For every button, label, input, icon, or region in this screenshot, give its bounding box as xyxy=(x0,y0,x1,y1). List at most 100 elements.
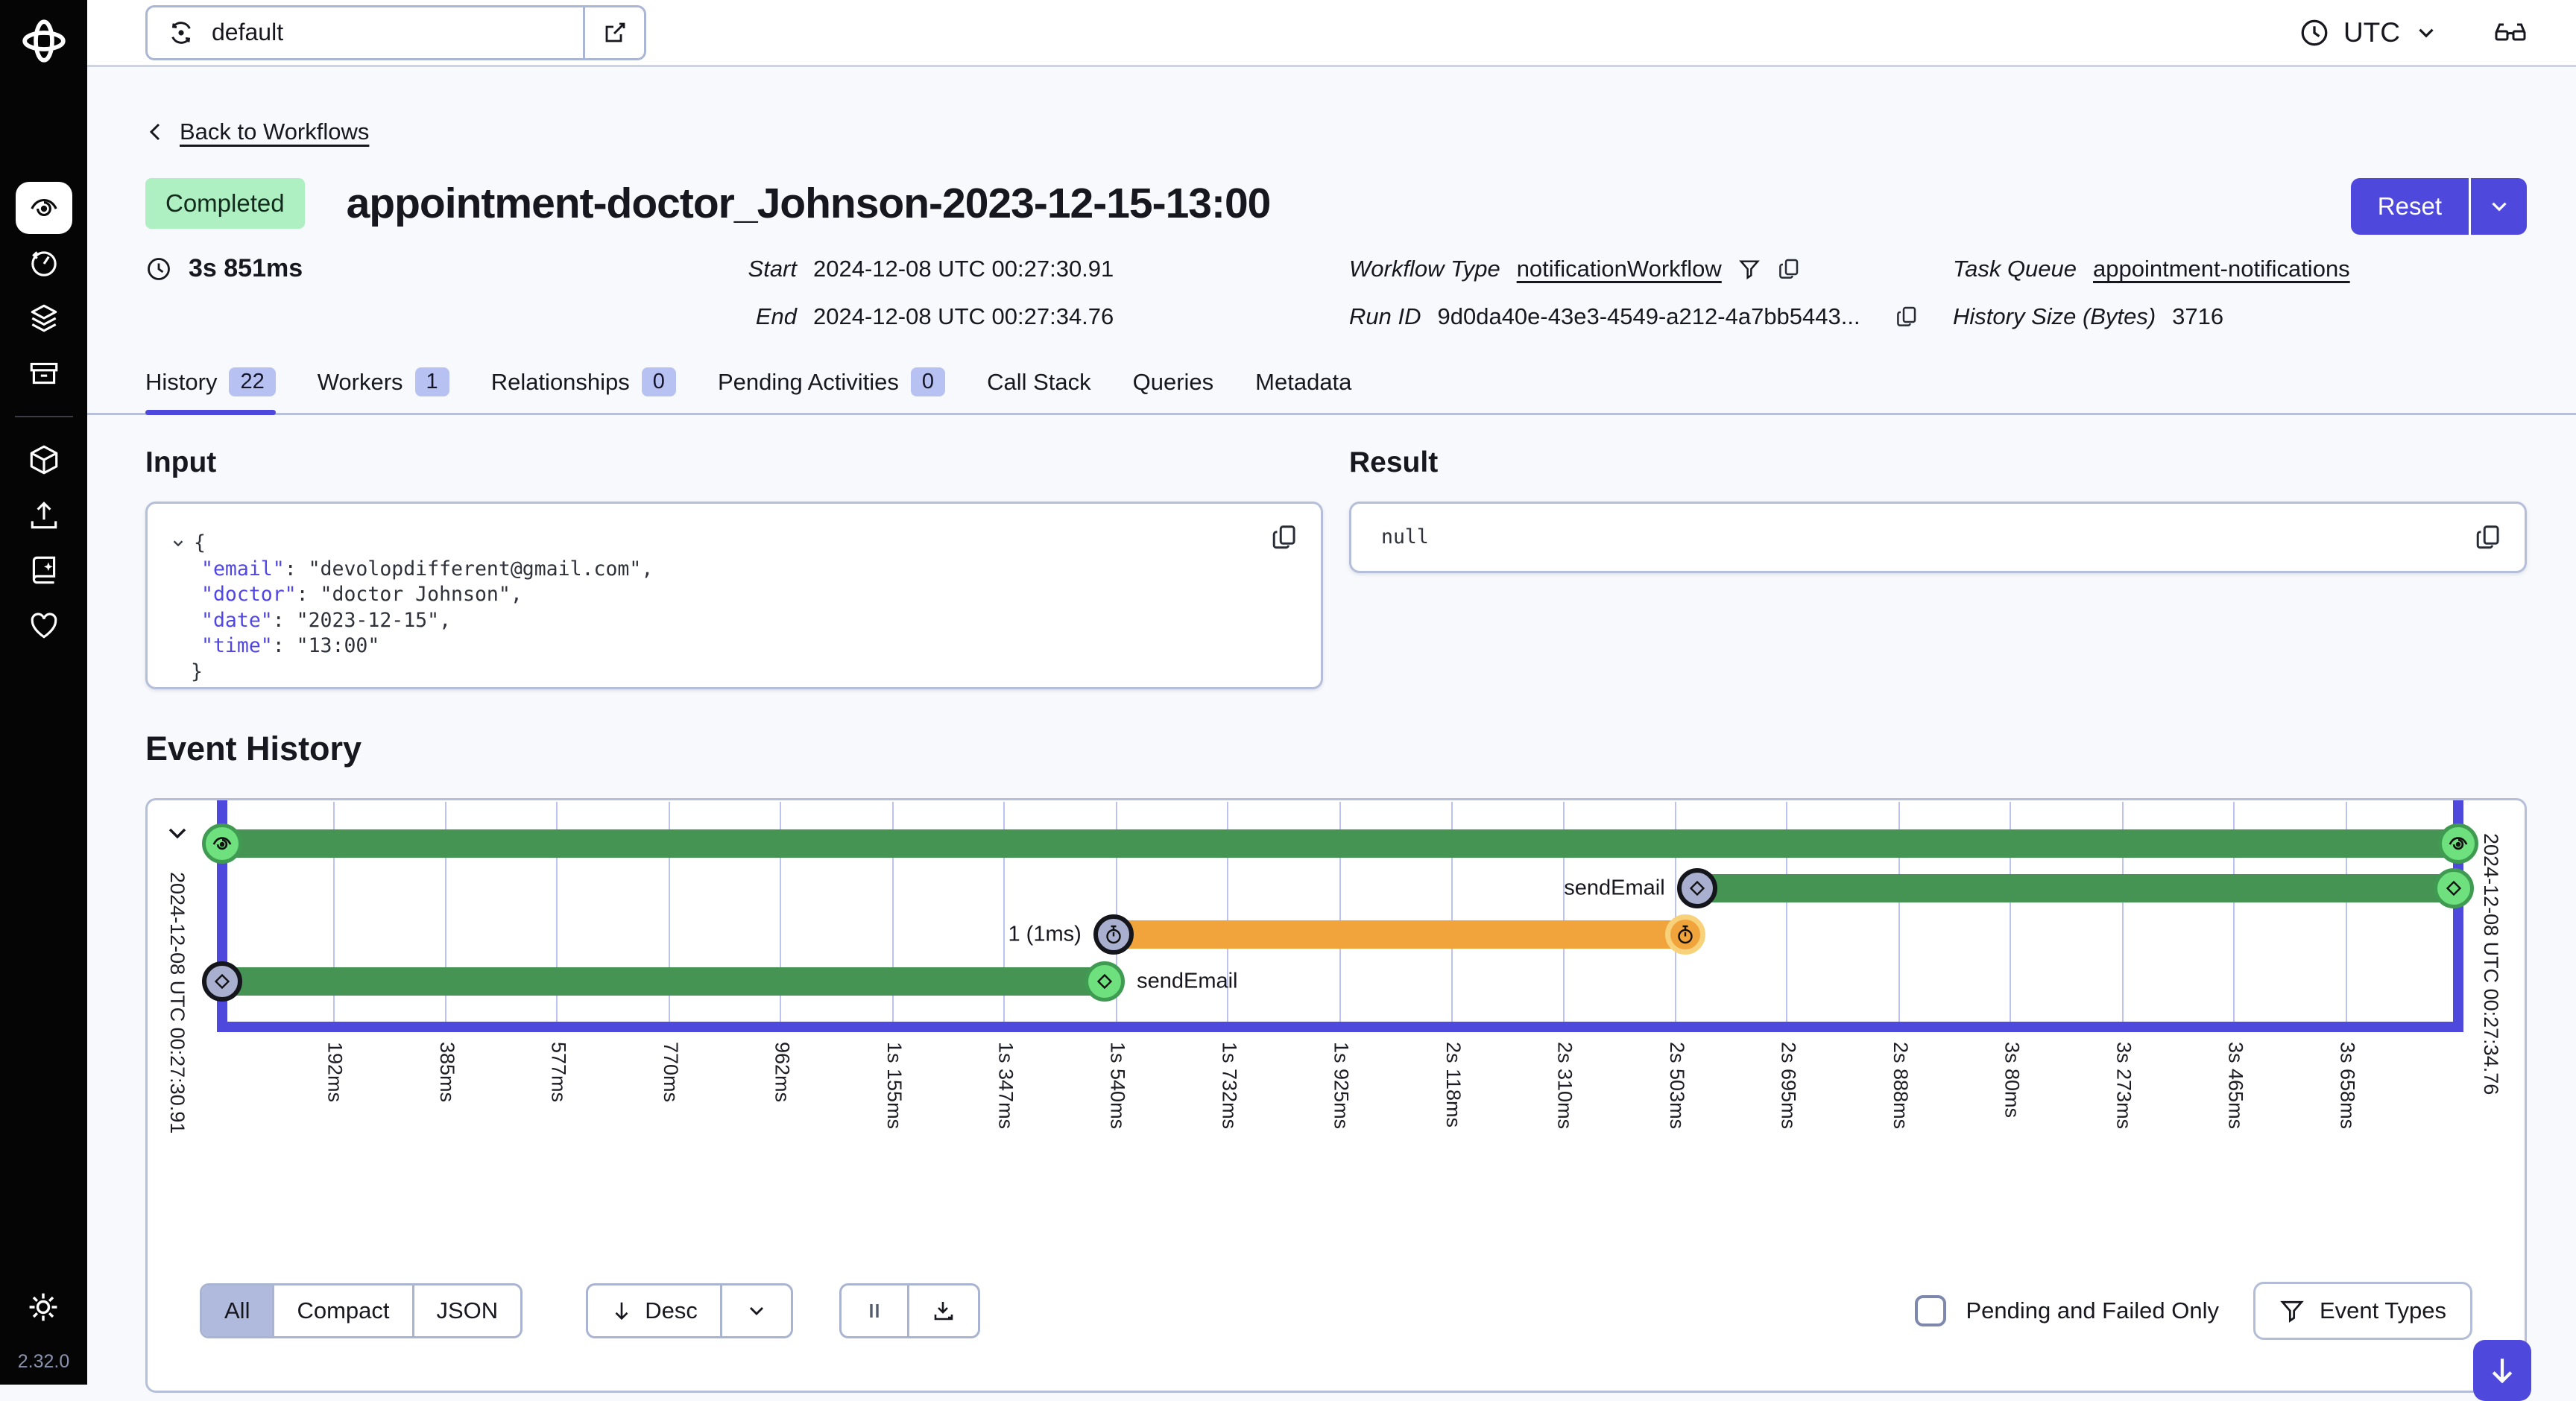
clock-icon xyxy=(2301,19,2328,45)
tab-pending-activities[interactable]: Pending Activities 0 xyxy=(718,367,946,413)
sidebar-item-archive[interactable] xyxy=(16,347,72,399)
back-to-workflows-link[interactable]: Back to Workflows xyxy=(145,118,369,145)
event-marker-stopwatch-icon[interactable] xyxy=(1093,914,1134,955)
reset-split-button: Reset xyxy=(2350,178,2527,235)
pending-failed-only-checkbox[interactable] xyxy=(1915,1295,1947,1326)
playback-export-control xyxy=(839,1283,980,1338)
timeline-bar-sendEmail-2 xyxy=(1696,874,2454,902)
time-axis-tick-label: 3s 80ms xyxy=(2001,1042,2024,1119)
sidebar-item-import[interactable] xyxy=(16,489,72,541)
sort-desc-button[interactable]: Desc xyxy=(588,1285,722,1336)
theme-toggle-sun-icon[interactable] xyxy=(26,1290,60,1324)
json-line: "doctor": "doctor Johnson", xyxy=(165,582,1291,608)
sidebar-item-feedback[interactable] xyxy=(16,599,72,651)
input-codebox: {"email": "devolopdifferent@gmail.com", "… xyxy=(145,502,1323,689)
workflow-header: Completed appointment-doctor_Johnson-202… xyxy=(145,178,2527,235)
time-axis-tick-label: 1s 925ms xyxy=(1330,1042,1353,1130)
filter-funnel-icon[interactable] xyxy=(1738,258,1761,280)
sidebar-item-schedules[interactable] xyxy=(16,237,72,289)
sidebar-item-workflows[interactable] xyxy=(15,182,72,234)
json-value: : "devolopdifferent@gmail.com", xyxy=(284,557,654,581)
app-version: 2.32.0 xyxy=(17,1351,70,1372)
json-key: "date" xyxy=(201,608,273,632)
tab-history[interactable]: History 22 xyxy=(145,367,276,415)
sidebar-item-deployments[interactable] xyxy=(16,292,72,344)
labs-mode-button[interactable] xyxy=(2493,15,2528,51)
reset-caret-button[interactable] xyxy=(2469,178,2527,235)
time-axis-tick-label: 1s 732ms xyxy=(1218,1042,1241,1130)
workflow-type-link[interactable]: notificationWorkflow xyxy=(1517,256,1722,282)
tab-call-stack[interactable]: Call Stack xyxy=(987,367,1091,413)
time-axis-tick-label: 3s 465ms xyxy=(2224,1042,2247,1130)
sidebar-nav-bottom xyxy=(16,434,72,651)
event-marker-diamond-icon[interactable] xyxy=(202,961,242,1002)
eye-icon xyxy=(30,198,57,216)
time-axis-tick-label: 1s 347ms xyxy=(994,1042,1017,1130)
sidebar-item-docs[interactable] xyxy=(16,544,72,596)
result-codebox: null xyxy=(1349,502,2527,573)
event-marker-eye-icon[interactable] xyxy=(202,823,242,864)
event-marker-stopwatch-icon[interactable] xyxy=(1665,914,1706,955)
timezone-selector[interactable]: UTC xyxy=(2299,17,2439,48)
event-marker-diamond-icon[interactable] xyxy=(2433,868,2474,908)
copy-icon[interactable] xyxy=(1895,305,1919,329)
event-marker-diamond-icon[interactable] xyxy=(1676,868,1717,908)
run-id: Run ID 9d0da40e-43e3-4549-a212-4a7bb5443… xyxy=(1349,303,1919,330)
download-button[interactable] xyxy=(909,1285,978,1336)
tab-count-badge: 1 xyxy=(414,367,449,396)
sidebar-item-namespaces[interactable] xyxy=(16,434,72,486)
workflow-metadata: 3s 851ms Start 2024-12-08 UTC 00:27:30.9… xyxy=(145,251,2527,352)
history-size-value: 3716 xyxy=(2172,303,2224,329)
main-content: Back to Workflows Completed appointment-… xyxy=(87,69,2576,1393)
filter-funnel-icon xyxy=(2280,1300,2304,1323)
tab-relationships[interactable]: Relationships 0 xyxy=(491,367,676,413)
time-axis-tick-label: 770ms xyxy=(659,1042,682,1103)
clock-icon xyxy=(148,257,170,280)
tab-queries[interactable]: Queries xyxy=(1133,367,1214,413)
json-line: "date": "2023-12-15", xyxy=(165,608,1291,634)
copy-icon[interactable] xyxy=(1270,523,1298,551)
json-key: "email" xyxy=(201,557,285,581)
view-mode-compact[interactable]: Compact xyxy=(274,1285,414,1336)
copy-icon[interactable] xyxy=(1777,257,1801,281)
tab-metadata[interactable]: Metadata xyxy=(1255,367,1351,413)
namespace-select-button[interactable]: default xyxy=(148,7,583,58)
event-marker-eye-icon[interactable] xyxy=(2438,823,2478,864)
time-axis-tick-label: 1s 155ms xyxy=(883,1042,906,1130)
end-time: End 2024-12-08 UTC 00:27:34.76 xyxy=(755,303,1114,329)
task-queue-link[interactable]: appointment-notifications xyxy=(2093,256,2350,282)
tab-label: Relationships xyxy=(490,368,630,395)
namespace-selector: default xyxy=(145,4,646,60)
archive-icon xyxy=(30,362,57,385)
sort-options-caret[interactable] xyxy=(722,1285,791,1336)
timeline-bar-timer-1 xyxy=(1113,920,1686,949)
time-axis-tick-label: 385ms xyxy=(435,1042,458,1103)
timezone-label: UTC xyxy=(2343,16,2400,48)
topbar: default UTC xyxy=(87,0,2576,67)
event-types-filter-button[interactable]: Event Types xyxy=(2253,1282,2472,1340)
copy-icon[interactable] xyxy=(2474,523,2502,551)
chevron-down-icon xyxy=(2419,28,2434,38)
reset-button[interactable]: Reset xyxy=(2350,178,2469,235)
view-mode-all[interactable]: All xyxy=(202,1285,275,1336)
scroll-to-bottom-button[interactable] xyxy=(2473,1340,2531,1401)
time-axis-tick-label: 3s 658ms xyxy=(2336,1042,2359,1130)
time-axis-tick-label: 192ms xyxy=(323,1042,347,1103)
namespace-open-button[interactable] xyxy=(583,7,644,58)
time-axis-tick-label: 2s 888ms xyxy=(1889,1042,1912,1130)
timeline-bar-workflow-execution xyxy=(222,829,2458,858)
tab-workers[interactable]: Workers 1 xyxy=(318,367,449,413)
timeline-row-label: sendEmail xyxy=(1137,969,1238,993)
result-value: null xyxy=(1381,525,1429,548)
event-marker-diamond-icon[interactable] xyxy=(1085,961,1126,1002)
timeline-row-label: sendEmail xyxy=(1564,876,1665,900)
view-mode-json[interactable]: JSON xyxy=(414,1285,521,1336)
timeline-collapse-chevron-icon[interactable] xyxy=(162,818,192,848)
collapse-chevron-icon[interactable] xyxy=(170,535,186,551)
upload-icon xyxy=(31,502,57,529)
tab-count-badge: 22 xyxy=(229,367,276,396)
pause-button[interactable] xyxy=(842,1285,909,1336)
sort-control: Desc xyxy=(586,1283,793,1338)
time-axis-tick-label: 1s 540ms xyxy=(1106,1042,1129,1130)
run-id-value: 9d0da40e-43e3-4549-a212-4a7bb5443... xyxy=(1437,303,1860,329)
